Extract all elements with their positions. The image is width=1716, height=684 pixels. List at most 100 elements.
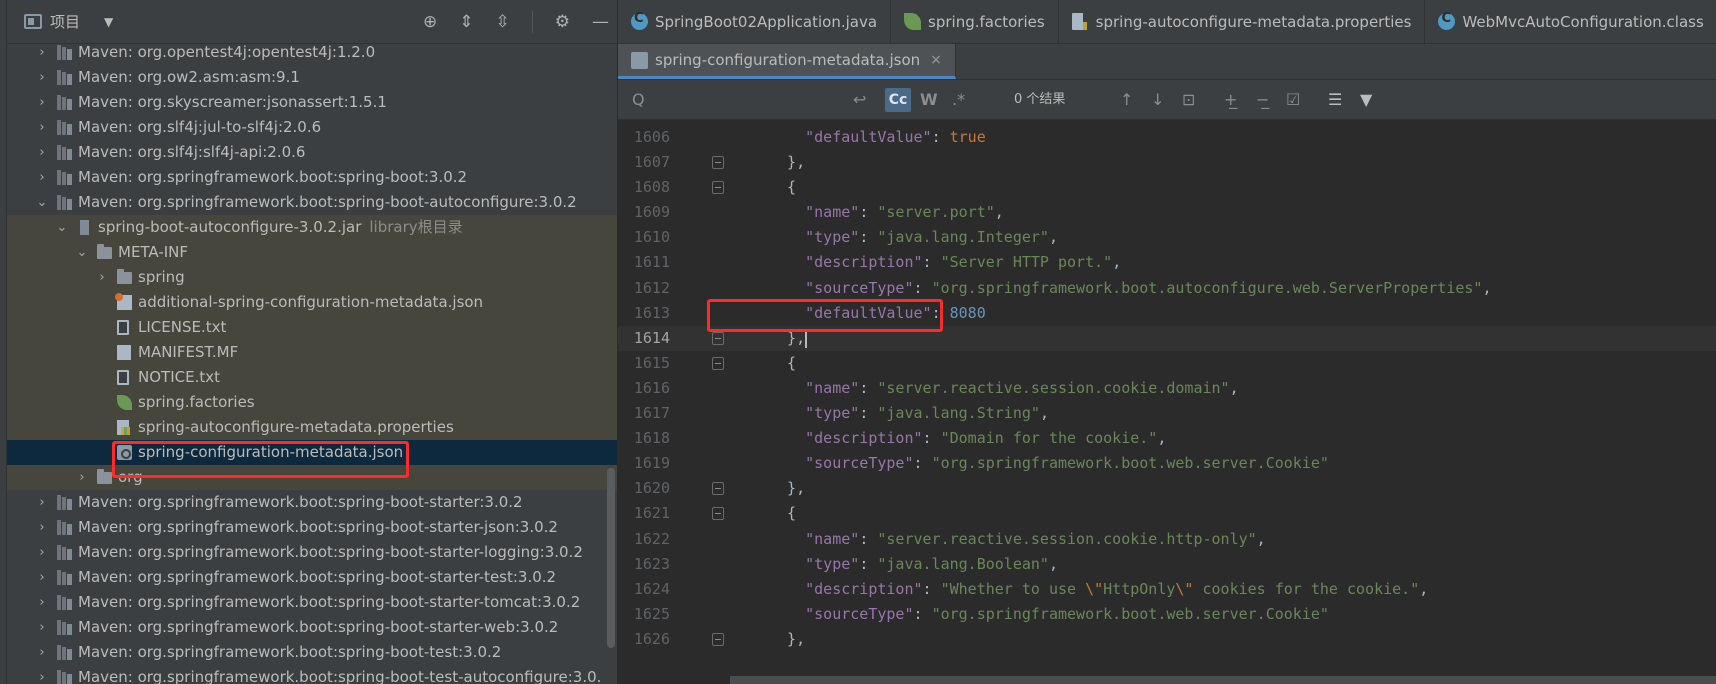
code-line[interactable]: 1619 "sourceType": "org.springframework.… bbox=[618, 451, 1716, 476]
tree-row[interactable]: spring-configuration-metadata.json bbox=[7, 440, 617, 465]
tree-row[interactable]: › Maven: org.slf4j:jul-to-slf4j:2.0.6 bbox=[7, 115, 617, 140]
close-tab-icon[interactable]: × bbox=[930, 52, 942, 68]
tree-row[interactable]: › Maven: org.skyscreamer:jsonassert:1.5.1 bbox=[7, 90, 617, 115]
tree-row[interactable]: ⌄ META-INF bbox=[7, 240, 617, 265]
left-tool-strip[interactable] bbox=[0, 0, 7, 684]
fold-marker-icon[interactable] bbox=[712, 181, 724, 195]
minimize-icon[interactable]: — bbox=[592, 13, 609, 31]
view-mode-dropdown[interactable]: ▼ bbox=[104, 15, 113, 29]
chevron-right-icon[interactable]: › bbox=[35, 40, 49, 65]
tree-row[interactable]: › Maven: org.springframework.boot:spring-… bbox=[7, 165, 617, 190]
code-line[interactable]: 1616 "name": "server.reactive.session.co… bbox=[618, 376, 1716, 401]
code-line[interactable]: 1606 "defaultValue": true bbox=[618, 125, 1716, 150]
tree-row[interactable]: LICENSE.txt bbox=[7, 315, 617, 340]
select-all-icon[interactable]: ☑ bbox=[1286, 80, 1300, 120]
chevron-right-icon[interactable]: › bbox=[35, 165, 49, 190]
tree-row[interactable]: › Maven: org.springframework.boot:spring-… bbox=[7, 615, 617, 640]
tree-row[interactable]: › Maven: org.slf4j:slf4j-api:2.0.6 bbox=[7, 140, 617, 165]
chevron-down-icon[interactable]: ⌄ bbox=[55, 215, 69, 240]
chevron-down-icon[interactable]: ⌄ bbox=[35, 190, 49, 215]
code-line[interactable]: 1612 "sourceType": "org.springframework.… bbox=[618, 276, 1716, 301]
tree-row[interactable]: additional-spring-configuration-metadata… bbox=[7, 290, 617, 315]
fold-marker-icon[interactable] bbox=[712, 632, 724, 646]
fold-marker-icon[interactable] bbox=[712, 156, 724, 170]
regex-toggle[interactable]: .* bbox=[952, 80, 965, 120]
fold-marker-icon[interactable] bbox=[712, 331, 724, 345]
collapse-all-icon[interactable]: ⇳ bbox=[496, 13, 510, 31]
crosshair-icon[interactable]: ⊕ bbox=[423, 13, 437, 31]
chevron-right-icon[interactable]: › bbox=[35, 590, 49, 615]
tree-row[interactable]: MANIFEST.MF bbox=[7, 340, 617, 365]
tree-row[interactable]: › Maven: org.springframework.boot:spring-… bbox=[7, 565, 617, 590]
whole-word-toggle[interactable]: W bbox=[920, 80, 938, 120]
code-line[interactable]: 1614 }, bbox=[618, 325, 1716, 351]
tree-row[interactable]: spring-autoconfigure-metadata.properties bbox=[7, 415, 617, 440]
fold-marker-icon[interactable] bbox=[712, 356, 724, 370]
tree-row[interactable]: › Maven: org.springframework.boot:spring-… bbox=[7, 640, 617, 665]
chevron-right-icon[interactable]: › bbox=[35, 90, 49, 115]
expand-all-icon[interactable]: ⇕ bbox=[459, 13, 473, 31]
chevron-right-icon[interactable]: › bbox=[95, 265, 109, 290]
tree-row[interactable]: › Maven: org.springframework.boot:spring-… bbox=[7, 490, 617, 515]
gear-icon[interactable]: ⚙ bbox=[555, 13, 570, 31]
select-all-occurrences-icon[interactable]: ⊡ bbox=[1182, 80, 1195, 120]
tree-row[interactable]: spring.factories bbox=[7, 390, 617, 415]
editor-tab[interactable]: SpringBoot02Application.java bbox=[618, 0, 892, 43]
code-line[interactable]: 1621 { bbox=[618, 501, 1716, 526]
editor-horizontal-scrollbar[interactable] bbox=[730, 676, 1716, 684]
code-line[interactable]: 1623 "type": "java.lang.Boolean", bbox=[618, 552, 1716, 577]
code-line[interactable]: 1624 "description": "Whether to use \"Ht… bbox=[618, 577, 1716, 602]
chevron-right-icon[interactable]: › bbox=[35, 515, 49, 540]
in-selection-icon[interactable]: ☰ bbox=[1328, 80, 1342, 120]
chevron-right-icon[interactable]: › bbox=[35, 140, 49, 165]
code-line[interactable]: 1608 { bbox=[618, 175, 1716, 200]
fold-marker-icon[interactable] bbox=[712, 482, 724, 496]
remove-occurrence-icon[interactable]: −̲ bbox=[1256, 80, 1269, 120]
chevron-right-icon[interactable]: › bbox=[35, 615, 49, 640]
tree-row[interactable]: › Maven: org.springframework.boot:spring-… bbox=[7, 665, 617, 684]
fold-marker-icon[interactable] bbox=[712, 507, 724, 521]
previous-occurrence-icon[interactable]: ↑ bbox=[1120, 80, 1133, 120]
code-line[interactable]: 1625 "sourceType": "org.springframework.… bbox=[618, 602, 1716, 627]
tree-row[interactable]: › Maven: org.springframework.boot:spring-… bbox=[7, 590, 617, 615]
code-line[interactable]: 1618 "description": "Domain for the cook… bbox=[618, 426, 1716, 451]
chevron-right-icon[interactable]: › bbox=[35, 540, 49, 565]
history-icon[interactable]: ↩ bbox=[853, 80, 866, 120]
chevron-right-icon[interactable]: › bbox=[35, 565, 49, 590]
tree-row[interactable]: › Maven: org.springframework.boot:spring-… bbox=[7, 540, 617, 565]
tree-scrollbar[interactable] bbox=[607, 468, 615, 648]
editor-tab[interactable]: WebMvcAutoConfiguration.class bbox=[1425, 0, 1716, 43]
code-line[interactable]: 1607 }, bbox=[618, 150, 1716, 175]
chevron-right-icon[interactable]: › bbox=[35, 490, 49, 515]
code-line[interactable]: 1620 }, bbox=[618, 476, 1716, 501]
code-line[interactable]: 1622 "name": "server.reactive.session.co… bbox=[618, 527, 1716, 552]
editor-tab[interactable]: spring-autoconfigure-metadata.properties bbox=[1059, 0, 1426, 43]
tree-row[interactable]: › Maven: org.ow2.asm:asm:9.1 bbox=[7, 65, 617, 90]
chevron-down-icon[interactable]: ⌄ bbox=[75, 240, 89, 265]
tree-row[interactable]: ⌄ Maven: org.springframework.boot:spring-… bbox=[7, 190, 617, 215]
chevron-right-icon[interactable]: › bbox=[75, 465, 89, 490]
chevron-right-icon[interactable]: › bbox=[35, 65, 49, 90]
code-line[interactable]: 1611 "description": "Server HTTP port.", bbox=[618, 250, 1716, 275]
code-line[interactable]: 1615 { bbox=[618, 351, 1716, 376]
code-line[interactable]: 1609 "name": "server.port", bbox=[618, 200, 1716, 225]
tree-row[interactable]: ⌄ spring-boot-autoconfigure-3.0.2.jar libr… bbox=[7, 215, 617, 240]
chevron-right-icon[interactable]: › bbox=[35, 665, 49, 684]
chevron-right-icon[interactable]: › bbox=[35, 640, 49, 665]
search-icon[interactable]: Q bbox=[632, 80, 645, 120]
project-panel-title[interactable]: 项目 bbox=[50, 11, 80, 32]
tree-row[interactable]: › spring bbox=[7, 265, 617, 290]
editor-tab[interactable]: spring-configuration-metadata.json × bbox=[618, 44, 956, 79]
tree-row[interactable]: › org bbox=[7, 465, 617, 490]
next-occurrence-icon[interactable]: ↓ bbox=[1151, 80, 1164, 120]
code-line[interactable]: 1617 "type": "java.lang.String", bbox=[618, 401, 1716, 426]
chevron-right-icon[interactable]: › bbox=[35, 115, 49, 140]
tree-row[interactable]: NOTICE.txt bbox=[7, 365, 617, 390]
code-editor[interactable]: 1606 "defaultValue": true 1607 }, 1608 {16… bbox=[618, 125, 1716, 652]
code-line[interactable]: 1610 "type": "java.lang.Integer", bbox=[618, 225, 1716, 250]
match-case-toggle[interactable]: Cc bbox=[885, 88, 911, 112]
filter-icon[interactable]: ▼ bbox=[1360, 80, 1372, 120]
code-line[interactable]: 1626 }, bbox=[618, 627, 1716, 652]
tree-row[interactable]: › Maven: org.springframework.boot:spring-… bbox=[7, 515, 617, 540]
code-line[interactable]: 1613 "defaultValue": 8080 bbox=[618, 301, 1716, 326]
